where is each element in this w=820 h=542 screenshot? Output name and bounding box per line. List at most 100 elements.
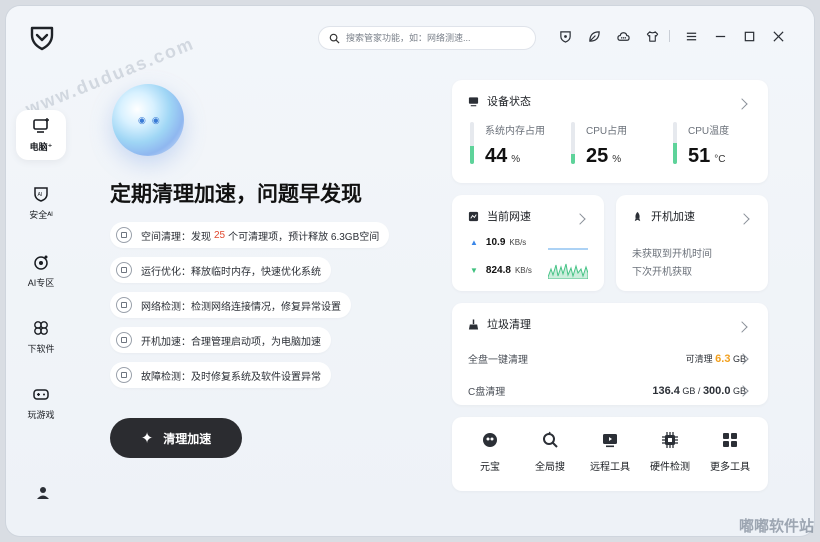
- row-value: 136.4 GB / 300.0 GB: [652, 385, 746, 397]
- tool-global-search[interactable]: 全局搜: [522, 431, 578, 473]
- monitor-optimize-icon: [116, 262, 132, 278]
- full-disk-clean-row[interactable]: 全盘一键清理 可清理 6.3 GB: [468, 351, 746, 366]
- c-drive-clean-row[interactable]: C盘清理 136.4 GB / 300.0 GB: [468, 383, 746, 399]
- sidebar-item-computer[interactable]: 电脑⁺: [16, 110, 66, 160]
- metric-value: 44%: [470, 145, 545, 168]
- maximize-button[interactable]: [741, 28, 757, 44]
- search-input[interactable]: [346, 33, 526, 43]
- sidebar-item-security[interactable]: AI 安全ᴬᴵ: [16, 178, 66, 228]
- boot-status-text: 未获取到开机时间: [632, 249, 712, 260]
- network-icon: [468, 211, 479, 221]
- app-logo-icon: [30, 26, 54, 51]
- metric-label: 系统内存占用: [485, 126, 545, 137]
- feature-text: 开机加速：合理管理启动项，为电脑加速: [141, 336, 321, 348]
- search-bar[interactable]: [318, 26, 536, 50]
- metric-value: 51 °C: [673, 145, 729, 168]
- c-drive-total: 300.0: [702, 384, 731, 397]
- user-avatar-icon[interactable]: [34, 484, 52, 502]
- security-shield-button[interactable]: [557, 28, 573, 44]
- feature-text-suffix: 个可清理项，预计释放 6.3GB空间: [228, 231, 380, 243]
- gamepad-icon: [33, 389, 49, 400]
- chevron-right-icon[interactable]: [736, 98, 748, 110]
- feature-space-clean: 空间清理：发现 25 个可清理项，预计释放 6.3GB空间: [110, 222, 390, 248]
- metric-bar: [673, 122, 677, 164]
- shield-ai-icon: AI: [34, 187, 48, 202]
- button-label: 清理加速: [163, 431, 212, 446]
- upload-speed: ▲ 10.9 KB/s: [470, 237, 526, 248]
- metric-label: CPU温度: [688, 126, 730, 137]
- minimize-button[interactable]: [712, 28, 728, 44]
- mascot-eyes-icon: ◉◉: [138, 115, 166, 125]
- tool-label: 硬件检测: [650, 462, 690, 473]
- row-label: 全盘一键清理: [468, 355, 528, 366]
- junk-cleanup-card[interactable]: 垃圾清理 全盘一键清理 可清理 6.3 GB C盘清理 136.4 GB / 3…: [452, 303, 768, 405]
- leaf-icon: [588, 30, 600, 42]
- tools-card: 元宝 全局搜 远程工具 硬件检测 更多工具: [452, 417, 768, 491]
- tool-yuanbao[interactable]: 元宝: [462, 431, 518, 473]
- card-title-text: 设备状态: [487, 96, 531, 108]
- sidebar-item-games[interactable]: 玩游戏: [16, 378, 66, 428]
- cloud-chat-icon: [616, 31, 630, 41]
- maximize-icon: [744, 31, 754, 41]
- disk-clean-icon: [116, 227, 132, 243]
- chip-icon: [662, 432, 678, 448]
- chevron-right-icon[interactable]: [736, 321, 748, 333]
- sidebar-item-label: AI专区: [27, 278, 55, 288]
- tshirt-icon: [646, 30, 658, 42]
- monitor-icon: [468, 96, 479, 106]
- feature-text: 空间清理：发现: [141, 231, 211, 243]
- tool-more[interactable]: 更多工具: [702, 431, 758, 473]
- metric-number: 25: [586, 145, 609, 167]
- network-speed-card[interactable]: 当前网速 ▲ 10.9 KB/s ▼ 824.8 KB/s: [452, 195, 604, 291]
- tool-hardware[interactable]: 硬件检测: [642, 431, 698, 473]
- remote-desktop-icon: [603, 434, 617, 448]
- metric-bar: [470, 122, 474, 164]
- rocket-icon: [116, 332, 132, 348]
- metric-label: CPU占用: [586, 126, 628, 137]
- card-title-text: 垃圾清理: [487, 319, 531, 331]
- card-title: 当前网速: [468, 208, 531, 224]
- device-status-card[interactable]: 设备状态 系统内存占用 44% CPU占用 25% CPU温度 51 °C: [452, 80, 768, 183]
- sidebar-item-ai[interactable]: AI专区: [16, 246, 66, 296]
- menu-button[interactable]: [683, 28, 699, 44]
- search-icon: [329, 33, 340, 44]
- download-arrow-icon: ▼: [470, 266, 478, 275]
- sidebar-item-label: 电脑⁺: [29, 142, 53, 152]
- metric-number: 51: [688, 145, 711, 167]
- metric-unit: %: [511, 154, 521, 165]
- tool-label: 更多工具: [710, 462, 750, 473]
- tool-remote[interactable]: 远程工具: [582, 431, 638, 473]
- chevron-right-icon[interactable]: [574, 213, 586, 225]
- tool-label: 元宝: [480, 462, 500, 473]
- sidebar-item-software[interactable]: 下软件: [16, 312, 66, 362]
- row-label: C盘清理: [468, 387, 506, 398]
- yuanbao-icon: [483, 433, 497, 447]
- messages-button[interactable]: [615, 28, 631, 44]
- download-unit: KB/s: [514, 266, 532, 275]
- close-button[interactable]: [770, 28, 786, 44]
- c-drive-used: 136.4: [652, 384, 680, 397]
- feature-boot-speed: 开机加速：合理管理启动项，为电脑加速: [110, 327, 331, 353]
- metric-cpu-temp: CPU温度 51 °C: [673, 122, 729, 168]
- feature-fault-check: 故障检测：及时修复系统及软件设置异常: [110, 362, 331, 388]
- network-check-icon: [116, 297, 132, 313]
- feature-count: 25: [214, 229, 226, 241]
- chevron-right-icon[interactable]: [738, 213, 750, 225]
- tshirt-button[interactable]: [644, 28, 660, 44]
- cleanable-size: 6.3: [715, 353, 731, 365]
- broom-icon: [468, 318, 479, 330]
- skin-button[interactable]: [586, 28, 602, 44]
- warning-icon: [116, 367, 132, 383]
- sidebar-item-label: 玩游戏: [27, 410, 55, 420]
- clean-speedup-button[interactable]: ✦ 清理加速: [110, 418, 242, 458]
- boot-speed-card[interactable]: 开机加速 未获取到开机时间 下次开机获取: [616, 195, 768, 291]
- upload-arrow-icon: ▲: [470, 238, 478, 247]
- value-separator: /: [697, 385, 701, 396]
- grid-icon: [723, 433, 737, 447]
- feature-run-optimize: 运行优化：释放临时内存，快速优化系统: [110, 257, 331, 283]
- rocket-icon: [634, 211, 641, 221]
- sidebar-item-label: 下软件: [27, 344, 55, 354]
- software-grid-icon: [34, 321, 48, 335]
- value-prefix: 可清理: [685, 354, 713, 364]
- sidebar-item-label: 安全ᴬᴵ: [29, 210, 53, 220]
